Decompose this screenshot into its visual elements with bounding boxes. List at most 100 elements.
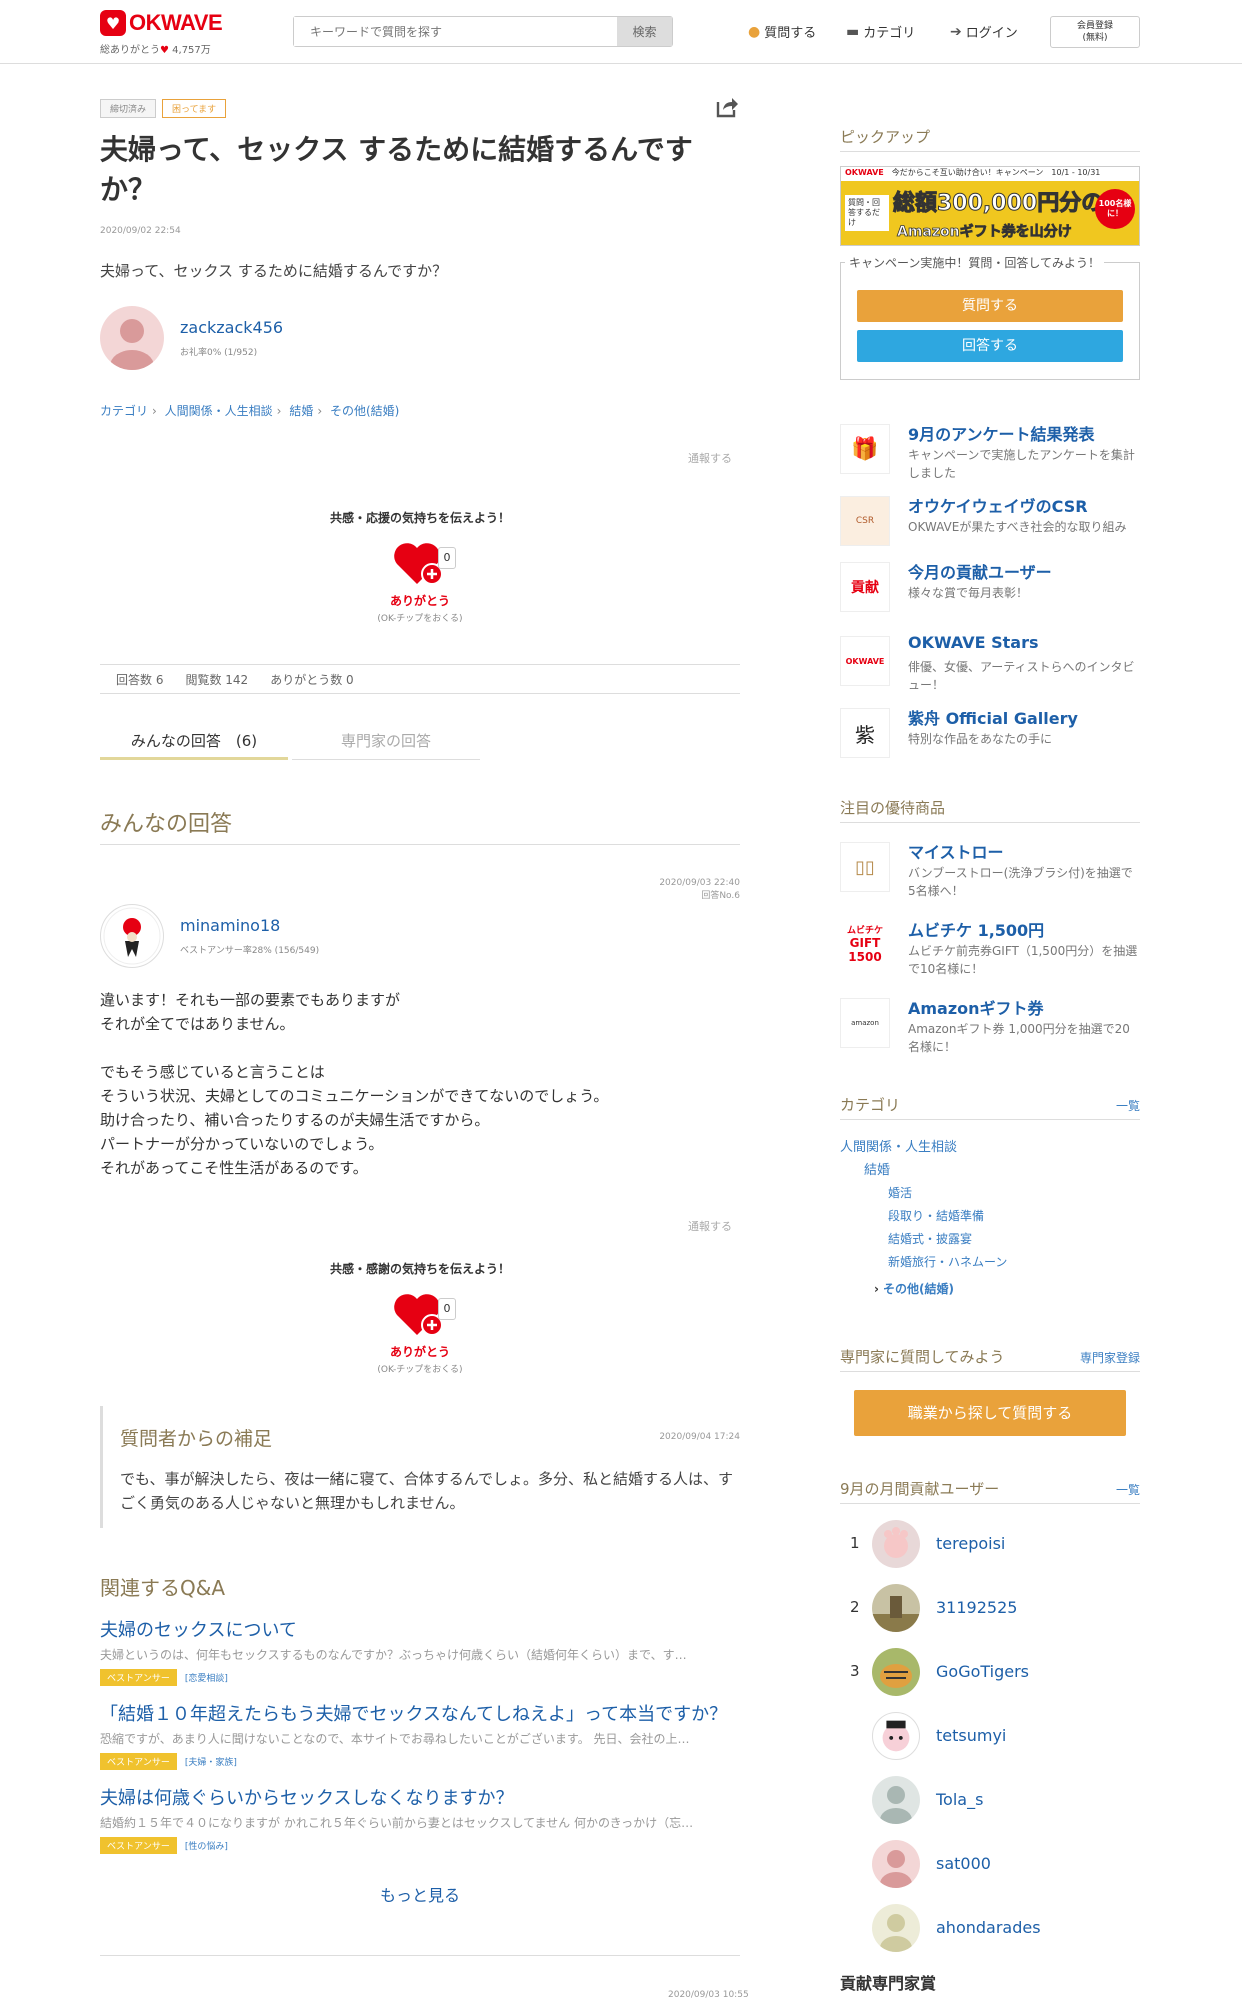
ticket-line3: 1500 <box>848 950 882 964</box>
chevron-right-icon: › <box>276 404 282 418</box>
category-item[interactable]: 婚活 <box>840 1182 1007 1205</box>
thanks-label[interactable]: ありがとう <box>270 1343 570 1360</box>
campaign-banner[interactable]: OKWAVE 今だからこそ互い助け合い！キャンペーン 10/1 - 10/31 … <box>840 166 1140 246</box>
pickup-desc: 様々な賞で毎月表彰！ <box>908 586 1029 600</box>
category-item-current[interactable]: › その他(結婚) <box>840 1278 1007 1301</box>
tab-everyone[interactable]: みんなの回答 (6) <box>100 730 288 760</box>
related-heading: 関連するQ&A <box>100 1576 226 1600</box>
offer-item[interactable]: amazon Amazonギフト券 Amazonギフト券 1,000円分を抽選で… <box>840 998 1140 1054</box>
heart-icon: ♥ <box>160 45 169 56</box>
nav-login[interactable]: ➔ ログイン <box>950 22 1018 42</box>
report-link[interactable]: 通報する <box>688 1218 732 1234</box>
answer-button[interactable]: 回答する <box>857 330 1123 362</box>
related-title[interactable]: 夫婦のセックスについて <box>100 1616 740 1642</box>
answer-thanks-widget: 共感・感謝の気持ちを伝えよう！ 0 ありがとう (OK-チップをおくる) <box>270 1260 570 1375</box>
rank-row[interactable]: 3 GoGoTigers <box>840 1648 1140 1698</box>
rank-user-name[interactable]: Tola_s <box>936 1790 983 1809</box>
search-button[interactable]: 検索 <box>617 17 672 46</box>
expert-heading: 専門家に質問してみよう 専門家登録 <box>840 1346 1140 1372</box>
asker-name[interactable]: zackzack456 <box>180 318 283 337</box>
status-badge-closed: 締切済み <box>100 99 157 118</box>
breadcrumb-item[interactable]: 人間関係・人生相談 <box>165 404 273 418</box>
breadcrumb-item[interactable]: カテゴリ <box>100 404 148 418</box>
pickup-item[interactable]: 🎁 9月のアンケート結果発表 キャンペーンで実施したアンケートを集計しました <box>840 424 1140 480</box>
category-current-label: その他(結婚) <box>882 1282 954 1296</box>
offer-title[interactable]: ムビチケ 1,500円 <box>908 917 1044 941</box>
more-link[interactable]: もっと見る <box>380 1882 460 1906</box>
nav-ask[interactable]: ● 質問する <box>748 22 816 42</box>
tab-experts[interactable]: 専門家の回答 <box>292 730 480 760</box>
related-category[interactable]: [性の悩み] <box>185 1839 228 1852</box>
ask-button[interactable]: 質問する <box>857 290 1123 322</box>
thanks-label[interactable]: ありがとう <box>270 592 570 609</box>
banner-amount: 総額300,000円分の <box>892 191 1104 217</box>
rank-row[interactable]: Tola_s <box>840 1776 1140 1826</box>
csr-icon: CSR <box>840 496 890 546</box>
rank-user-name[interactable]: GoGoTigers <box>936 1662 1029 1681</box>
answerer-stats: ベストアンサー率28% (156/549) <box>180 946 320 956</box>
rank-user-name[interactable]: 31192525 <box>936 1598 1017 1617</box>
related-category[interactable]: [恋愛相談] <box>185 1671 228 1684</box>
site-logo[interactable]: ♥ OKWAVE <box>100 10 223 36</box>
asker-avatar[interactable] <box>100 306 164 370</box>
related-title[interactable]: 夫婦は何歳ぐらいからセックスしなくなりますか？ <box>100 1784 740 1810</box>
rank-user-name[interactable]: ahondarades <box>936 1918 1041 1937</box>
category-item[interactable]: 結婚 <box>840 1159 1007 1182</box>
rank-user-name[interactable]: terepoisi <box>936 1534 1005 1553</box>
answerer-avatar[interactable] <box>100 904 164 968</box>
related-category[interactable]: [夫婦・家族] <box>185 1755 237 1768</box>
breadcrumb-item[interactable]: 結婚 <box>289 404 313 418</box>
rank-row[interactable]: 2 31192525 <box>840 1584 1140 1634</box>
pickup-title[interactable]: 紫舟 Official Gallery <box>908 705 1078 729</box>
rank-row[interactable]: 1 terepoisi <box>840 1520 1140 1570</box>
pickup-title[interactable]: 9月のアンケート結果発表 <box>908 421 1095 445</box>
related-title[interactable]: 「結婚１０年超えたらもう夫婦でセックスなんてしねえよ」って本当ですか？ <box>100 1700 740 1726</box>
offer-title[interactable]: マイストロー <box>908 839 1004 863</box>
pickup-item[interactable]: 貢献 今月の貢献ユーザー 様々な賞で毎月表彰！ <box>840 562 1140 618</box>
total-thanks: 総ありがとう♥ 4,757万 <box>100 41 211 56</box>
report-link[interactable]: 通報する <box>688 450 732 466</box>
offer-item[interactable]: ムビチケ GIFT 1500 ムビチケ 1,500円 ムビチケ前売券GIFT（1… <box>840 920 1140 976</box>
rank-user-name[interactable]: sat000 <box>936 1854 991 1873</box>
answerer-name[interactable]: minamino18 <box>180 916 280 935</box>
pickup-title[interactable]: 今月の貢献ユーザー <box>908 559 1052 583</box>
rank-list-link[interactable]: 一覧 <box>1116 1481 1140 1498</box>
rank-row[interactable]: ahondarades <box>840 1904 1140 1954</box>
share-icon[interactable] <box>715 96 739 118</box>
rank-row[interactable]: sat000 <box>840 1840 1140 1890</box>
offer-title[interactable]: Amazonギフト券 <box>908 995 1044 1019</box>
pickup-title[interactable]: OKWAVE Stars <box>908 633 1039 652</box>
chevron-right-icon: › <box>317 404 323 418</box>
rank-user-name[interactable]: tetsumyi <box>936 1726 1006 1745</box>
search-input[interactable] <box>294 17 617 46</box>
category-item[interactable]: 新婚旅行・ハネムーン <box>840 1251 1007 1274</box>
status-badge-trouble: 困ってます <box>162 99 227 118</box>
nav-login-label: ログイン <box>965 26 1018 41</box>
register-button[interactable]: 会員登録 (無料) <box>1050 16 1140 48</box>
category-item[interactable]: 人間関係・人生相談 <box>840 1136 1007 1159</box>
thanks-button[interactable]: 0 <box>380 538 460 588</box>
pickup-item[interactable]: 紫 紫舟 Official Gallery 特別な作品をあなたの手に <box>840 708 1140 764</box>
pickup-item[interactable]: CSR オウケイウェイヴのCSR OKWAVEが果たすべき社会的な取り組み <box>840 496 1140 552</box>
pickup-item[interactable]: OKWAVE OKWAVE Stars 俳優、女優、アーティストらへのインタビュ… <box>840 633 1140 692</box>
movie-ticket-icon: ムビチケ GIFT 1500 <box>840 920 890 970</box>
breadcrumb-item[interactable]: その他(結婚) <box>330 404 399 418</box>
expert-search-button[interactable]: 職業から探して質問する <box>854 1390 1126 1436</box>
breadcrumb: カテゴリ › 人間関係・人生相談 › 結婚 › その他(結婚) <box>100 402 399 419</box>
category-item[interactable]: 段取り・結婚準備 <box>840 1205 1007 1228</box>
view-count: 閲覧数 142 <box>185 672 249 687</box>
question-date: 2020/09/02 22:54 <box>100 226 181 236</box>
divider <box>100 1955 740 1956</box>
category-item[interactable]: 結婚式・披露宴 <box>840 1228 1007 1251</box>
thanks-button[interactable]: 0 <box>380 1289 460 1339</box>
pickup-heading-label: ピックアップ <box>840 128 931 146</box>
user-avatar <box>872 1904 920 1952</box>
pickup-title[interactable]: オウケイウェイヴのCSR <box>908 493 1088 517</box>
logo-text: OKWAVE <box>129 10 223 35</box>
nav-category[interactable]: ▬ カテゴリ <box>846 22 915 42</box>
expert-register-link[interactable]: 専門家登録 <box>1080 1349 1140 1366</box>
offer-item[interactable]: ▯▯ マイストロー バンブーストロー(洗浄ブラシ付)を抽選で5名様へ！ <box>840 842 1140 898</box>
rank-row[interactable]: tetsumyi <box>840 1712 1140 1762</box>
category-list-link[interactable]: 一覧 <box>1116 1097 1140 1114</box>
supplement-date: 2020/09/04 17:24 <box>659 1432 740 1442</box>
